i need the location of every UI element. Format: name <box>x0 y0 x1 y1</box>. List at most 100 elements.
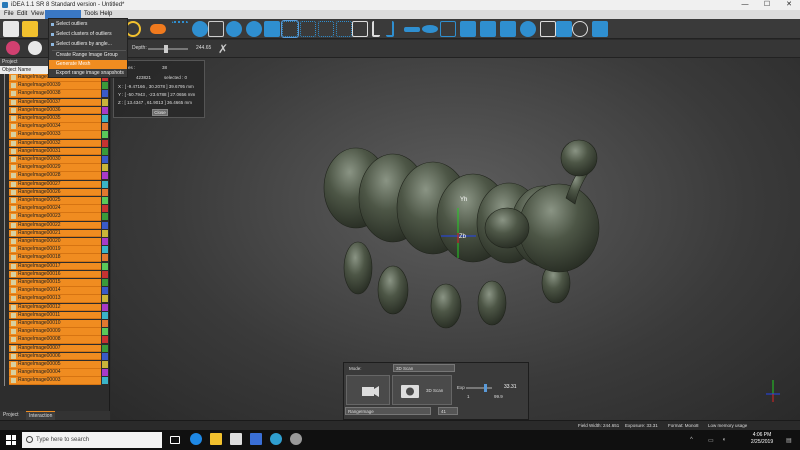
tab-interaction[interactable]: Interaction <box>26 411 56 420</box>
list-item[interactable]: RangeImage00007 <box>9 344 108 353</box>
color-swatch[interactable] <box>102 213 108 221</box>
merge-icon[interactable] <box>480 21 496 37</box>
list-item[interactable]: RangeImage00036 <box>9 106 108 115</box>
range-image-select[interactable]: RangeImage <box>345 407 431 415</box>
points-icon[interactable] <box>172 21 188 37</box>
transform-icon[interactable] <box>540 21 556 37</box>
mode-select[interactable]: 3D Scan <box>393 364 455 372</box>
taskbar-clock[interactable]: 4:06 PM 2/25/2019 <box>743 432 781 446</box>
color-swatch[interactable] <box>102 180 108 188</box>
list-item[interactable]: RangeImage00004 <box>9 369 108 377</box>
polygon-icon[interactable] <box>440 21 456 37</box>
store-icon[interactable] <box>230 433 242 445</box>
menu-file[interactable]: File <box>2 10 16 19</box>
select-grid-icon[interactable] <box>300 21 316 37</box>
color-swatch[interactable] <box>102 287 108 295</box>
list-item[interactable]: RangeImage00018 <box>9 254 108 262</box>
windows-start-icon[interactable] <box>6 435 16 445</box>
list-item[interactable]: RangeImage00009 <box>9 328 108 336</box>
list-item[interactable]: RangeImage00026 <box>9 188 108 197</box>
app-icon-2[interactable] <box>290 433 302 445</box>
settings-icon[interactable] <box>592 21 608 37</box>
color-swatch[interactable] <box>102 328 108 336</box>
color-swatch[interactable] <box>102 311 108 319</box>
list-item[interactable]: RangeImage00013 <box>9 295 108 303</box>
color-swatch[interactable] <box>102 82 108 90</box>
list-item[interactable]: RangeImage00008 <box>9 336 108 344</box>
list-item[interactable]: RangeImage00039 <box>9 82 108 90</box>
color-swatch[interactable] <box>102 295 108 303</box>
color-swatch[interactable] <box>102 98 108 106</box>
color-swatch[interactable] <box>102 139 108 147</box>
rotate-icon[interactable] <box>192 21 208 37</box>
color-swatch[interactable] <box>102 205 108 213</box>
menu-item-select-by-angle[interactable]: Select outliers by angle... <box>49 40 127 49</box>
color-swatch[interactable] <box>102 344 108 352</box>
list-item[interactable]: RangeImage00014 <box>9 287 108 295</box>
list-item[interactable]: RangeImage00027 <box>9 180 108 189</box>
color-swatch[interactable] <box>102 106 108 114</box>
list-item[interactable]: RangeImage00010 <box>9 320 108 328</box>
list-item[interactable]: RangeImage00025 <box>9 197 108 205</box>
range-index-spinner[interactable]: 41 <box>438 407 458 415</box>
menu-item-create-group[interactable]: Create Range Image Group <box>49 51 127 60</box>
menu-item-generate-mesh[interactable]: Generate Mesh <box>49 60 127 69</box>
list-item[interactable]: RangeImage00029 <box>9 164 108 172</box>
depth-slider[interactable] <box>148 45 188 53</box>
task-view-icon[interactable] <box>170 436 180 444</box>
3d-scan-button[interactable]: 3D Scan <box>392 375 452 405</box>
measure-icon[interactable] <box>556 21 572 37</box>
taskbar-search-input[interactable]: Type here to search <box>22 432 162 448</box>
exposure-slider-knob[interactable] <box>484 384 487 392</box>
delete-icon[interactable] <box>352 21 368 37</box>
list-item[interactable]: RangeImage00034 <box>9 123 108 131</box>
close-button[interactable]: ✕ <box>778 0 800 10</box>
color-swatch[interactable] <box>102 336 108 344</box>
color-swatch[interactable] <box>102 246 108 254</box>
color-swatch[interactable] <box>102 156 108 163</box>
list-item[interactable]: RangeImage00032 <box>9 139 108 148</box>
deselect-icon[interactable] <box>318 21 334 37</box>
scan-capture-icon[interactable] <box>150 24 166 34</box>
color-swatch[interactable] <box>102 115 108 122</box>
open-folder-icon[interactable] <box>22 21 38 37</box>
color-swatch[interactable] <box>102 229 108 237</box>
idea-app-icon[interactable] <box>270 433 282 445</box>
network-icon[interactable]: ▭ <box>708 437 714 444</box>
color-swatch[interactable] <box>102 90 108 98</box>
edge-browser-icon[interactable] <box>190 433 202 445</box>
list-item[interactable]: RangeImage00020 <box>9 238 108 246</box>
zoom-icon[interactable] <box>572 21 588 37</box>
list-item[interactable]: RangeImage00016 <box>9 270 108 279</box>
color-swatch[interactable] <box>102 369 108 377</box>
menu-item-select-clusters[interactable]: Select clusters of outliers <box>49 30 127 39</box>
list-item[interactable]: RangeImage00023 <box>9 213 108 221</box>
list-item[interactable]: RangeImage00006 <box>9 352 108 361</box>
list-item[interactable]: RangeImage00024 <box>9 205 108 213</box>
color-swatch[interactable] <box>102 221 108 229</box>
video-camera-button[interactable] <box>346 375 390 405</box>
smooth-icon[interactable] <box>500 21 516 37</box>
depth-slider-knob[interactable] <box>164 45 169 53</box>
color-swatch[interactable] <box>102 262 108 270</box>
select-points-icon[interactable] <box>281 20 299 38</box>
color-swatch[interactable] <box>102 303 108 311</box>
grid-icon[interactable] <box>264 21 280 37</box>
list-item[interactable]: RangeImage00038 <box>9 90 108 98</box>
exposure-value[interactable]: 33.31 <box>504 384 517 390</box>
list-item[interactable]: RangeImage00028 <box>9 172 108 180</box>
new-file-icon[interactable] <box>3 21 19 37</box>
color-swatch[interactable] <box>102 320 108 327</box>
color-swatch[interactable] <box>102 131 108 139</box>
color-swatch[interactable] <box>102 188 108 196</box>
menu-edit[interactable]: Edit <box>15 10 29 19</box>
color-swatch[interactable] <box>102 123 108 131</box>
menu-item-export-snapshots[interactable]: Export range image snapshots <box>49 69 127 78</box>
list-item[interactable]: RangeImage00017 <box>9 262 108 271</box>
3d-viewport[interactable]: Images : 38 423821 selected : 0 X : [ -9… <box>111 58 800 420</box>
menu-item-select-outliers[interactable]: Select outliers <box>49 20 127 29</box>
color-icon[interactable] <box>6 41 20 55</box>
globe-icon[interactable] <box>226 21 242 37</box>
list-item[interactable]: RangeImage00037 <box>9 98 108 107</box>
list-item[interactable]: RangeImage00011 <box>9 311 108 320</box>
